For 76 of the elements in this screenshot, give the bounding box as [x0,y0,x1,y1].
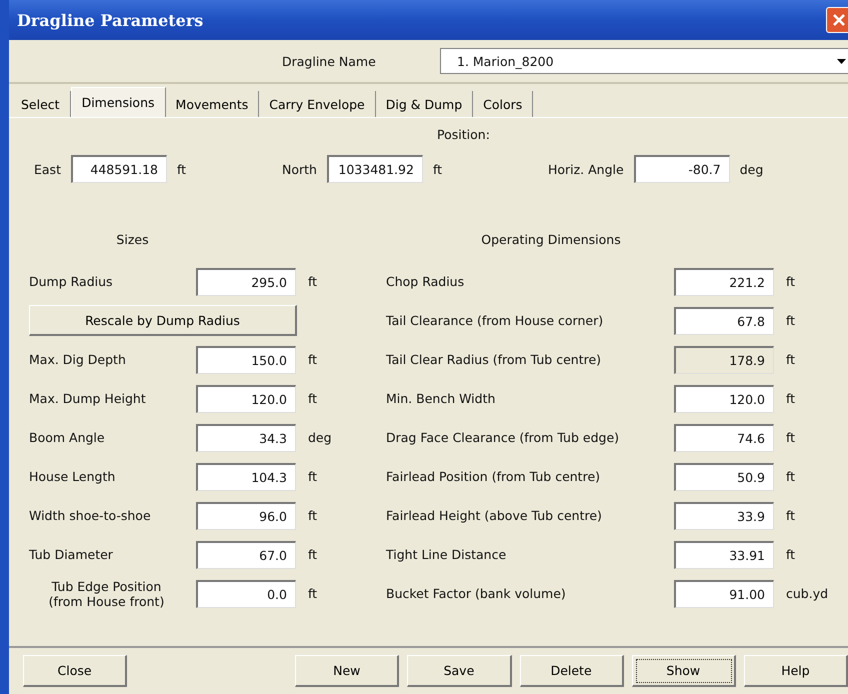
unit-label: deg [740,162,764,176]
field-label: Fairlead Height (above Tub centre) [386,508,603,523]
input-field[interactable]: 1033481.92 [326,155,423,183]
unit-label: ft [786,391,796,406]
input-field[interactable]: -80.7 [634,155,730,183]
field-label: Max. Dump Height [29,391,147,406]
unit-label: ft [308,274,318,289]
unit-label: ft [786,274,796,289]
close-icon [832,13,846,27]
window-title: Dragline Parameters [17,10,204,30]
input-field[interactable]: 33.9 [674,502,774,530]
unit-label: ft [308,547,318,562]
input-field[interactable]: 120.0 [196,384,296,412]
tab[interactable]: Dimensions [70,87,166,117]
unit-label: ft [308,391,318,406]
field-label: Dump Radius [29,274,114,289]
field-label: Chop Radius [386,274,466,289]
input-field[interactable]: 295.0 [196,268,296,296]
unit-label: ft [308,352,318,367]
unit-label: ft [786,469,796,484]
unit-label: cub.yd [786,586,830,601]
unit-label: ft [786,547,796,562]
unit-label: ft [176,162,188,176]
field-label: Horiz. Angle [548,162,624,176]
field-label: House Length [29,469,116,484]
field-label: Drag Face Clearance (from Tub edge) [386,430,620,445]
section-heading: Position: [436,127,491,142]
unit-label: ft [308,469,318,484]
dialog-button[interactable]: Show [632,655,736,687]
field-label: Max. Dig Depth [29,352,127,367]
rescale-button[interactable]: Rescale by Dump Radius [29,305,297,336]
input-field[interactable]: 34.3 [196,424,296,452]
input-field[interactable]: 33.91 [674,540,774,568]
section-heading: Sizes [115,232,150,249]
input-field[interactable]: 104.3 [196,462,296,490]
unit-label: ft [308,586,318,601]
input-field[interactable]: 74.6 [674,424,774,452]
field-label: North [282,162,317,176]
unit-label: ft [432,162,444,176]
input-field[interactable]: 67.8 [674,306,774,334]
dialog-button[interactable]: New [295,655,400,687]
unit-label: ft [786,508,796,523]
dragline-dropdown[interactable]: 1. Marion_8200 [440,48,848,74]
field-label: Tight Line Distance [386,547,508,562]
field-label: Dragline Name [282,54,377,68]
unit-label: ft [786,313,796,328]
input-field[interactable]: 96.0 [196,502,296,530]
input-field[interactable]: 120.0 [674,384,774,412]
dialog-button[interactable]: Help [744,655,848,687]
unit-label: ft [786,352,796,367]
close-button[interactable] [826,7,848,33]
input-field[interactable]: 67.0 [196,540,296,568]
input-field[interactable]: 50.9 [674,462,774,490]
input-field[interactable]: 0.0 [196,580,296,608]
field-label: Tail Clear Radius (from Tub centre) [386,352,602,367]
input-field[interactable]: 150.0 [196,346,296,374]
input-field[interactable]: 448591.18 [70,155,167,183]
input-field[interactable]: 91.00 [674,580,774,608]
dialog-button[interactable]: Close [23,655,128,687]
unit-label: ft [308,508,318,523]
unit-label: ft [786,430,796,445]
field-label: Width shoe-to-shoe [29,508,152,523]
field-label: Tail Clearance (from House corner) [386,313,604,328]
section-heading: Operating Dimensions [480,232,622,249]
field-label: Bucket Factor (bank volume) [386,586,567,601]
dialog-button[interactable]: Save [407,655,512,687]
field-label: Fairlead Position (from Tub centre) [386,469,602,484]
dropdown-arrow-icon [837,58,846,64]
unit-label: deg [308,430,333,445]
field-label: Tub Diameter [29,547,114,562]
dialog-button[interactable]: Delete [520,655,624,687]
field-label: Boom Angle [29,430,106,445]
field-label: Tub Edge Position (from House front) [48,578,166,608]
input-field[interactable]: 221.2 [674,268,774,296]
field-label: Min. Bench Width [386,391,496,406]
field-label: East [34,162,61,176]
